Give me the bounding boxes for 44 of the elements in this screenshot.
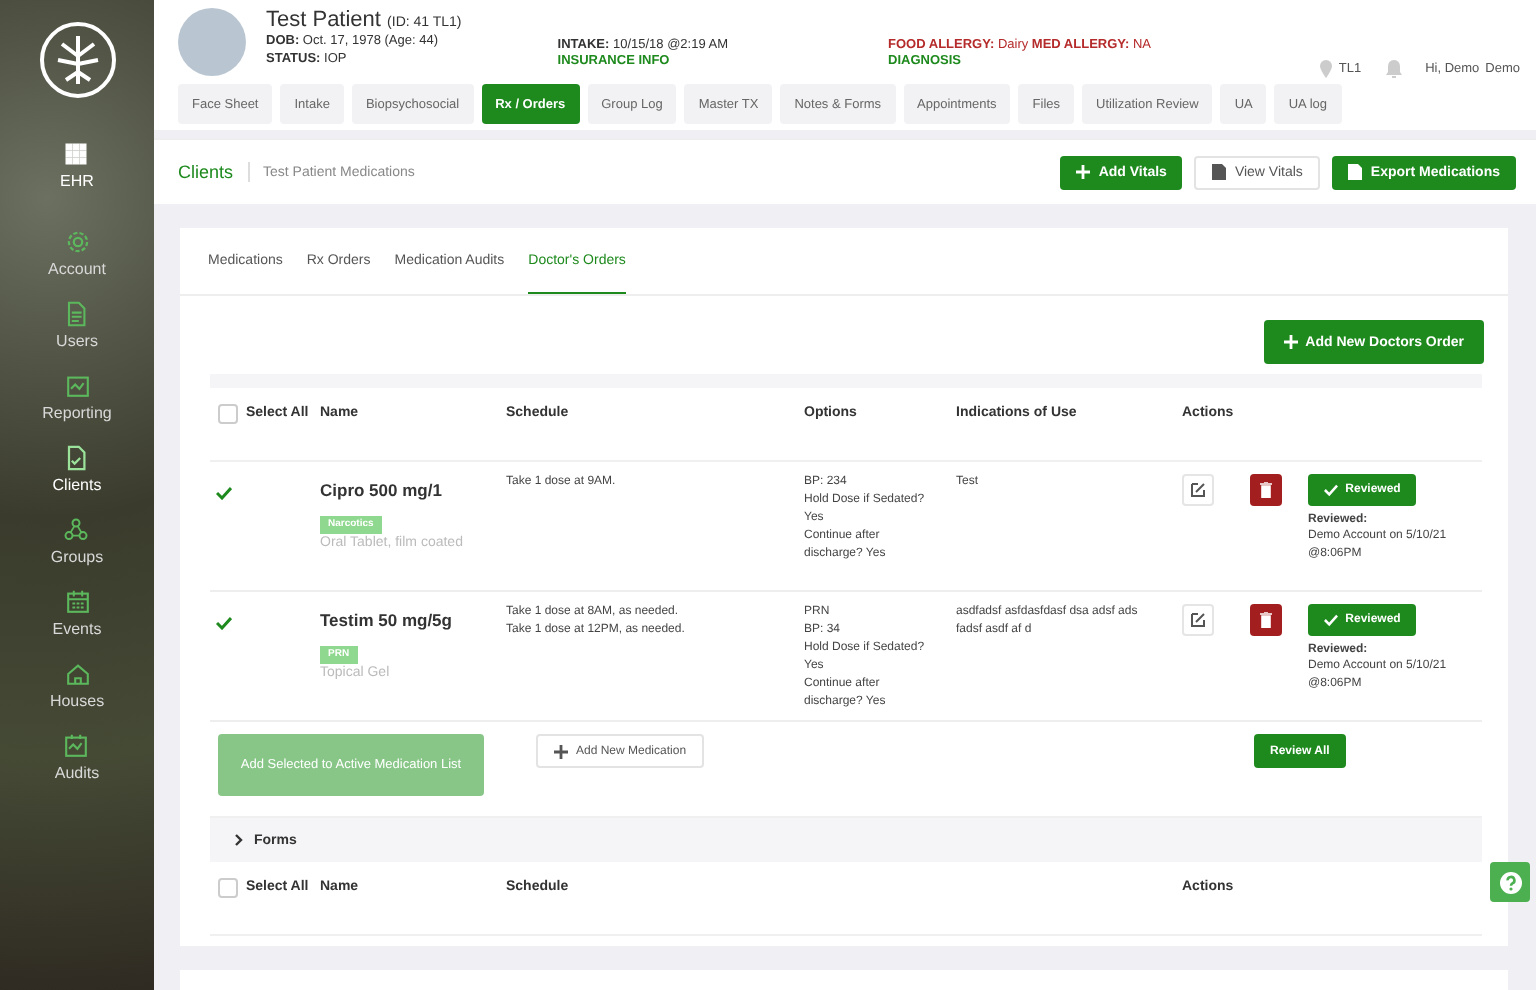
- plus-icon: [1283, 334, 1298, 350]
- people-icon: [62, 516, 91, 544]
- select-all-checkbox[interactable]: [218, 404, 238, 424]
- medication-name: Testim 50 mg/5g: [320, 610, 454, 630]
- location-pin-icon: [1320, 60, 1333, 78]
- help-icon: [1499, 871, 1521, 893]
- sidebar-item[interactable]: Clients: [52, 444, 102, 516]
- chart-icon: [63, 372, 91, 400]
- check-icon: [1323, 482, 1338, 498]
- patient-photo: [178, 8, 246, 76]
- document-icon: [1348, 164, 1363, 181]
- trash-icon: [1260, 482, 1272, 498]
- plus-icon: [1076, 164, 1091, 181]
- gear-icon: [63, 228, 91, 256]
- trash-icon: [1260, 612, 1272, 628]
- sidebar-item[interactable]: Account: [48, 228, 106, 300]
- chart-icon: [62, 732, 91, 760]
- delete-button[interactable]: [1250, 474, 1282, 506]
- help-button[interactable]: [1490, 862, 1530, 902]
- document-check-icon: [62, 444, 91, 472]
- edit-icon: [1190, 612, 1206, 628]
- grid-icon: [62, 140, 91, 168]
- sidebar-item[interactable]: Groups: [50, 516, 104, 588]
- house-icon: [63, 660, 91, 688]
- tree-logo: [37, 20, 117, 100]
- sidebar-item[interactable]: Audits: [54, 732, 100, 804]
- medication-name: Cipro 500 mg/1: [320, 480, 444, 500]
- select-all-checkbox[interactable]: [218, 878, 238, 898]
- plus-icon: [554, 743, 568, 759]
- sidebar-item[interactable]: Events: [52, 588, 102, 660]
- calendar-icon: [63, 588, 91, 616]
- delete-button[interactable]: [1250, 604, 1282, 636]
- edit-icon: [1190, 482, 1206, 498]
- sidebar-item[interactable]: Reporting: [42, 372, 112, 444]
- check-icon: [1323, 612, 1338, 628]
- edit-button[interactable]: [1182, 474, 1214, 506]
- document-icon: [1212, 164, 1227, 181]
- sidebar-item[interactable]: Users: [56, 300, 98, 372]
- chevron-icon: [234, 834, 244, 846]
- sidebar-item[interactable]: Houses: [49, 660, 105, 732]
- sidebar-item[interactable]: EHR: [60, 140, 94, 228]
- breadcrumb-link[interactable]: Clients: [178, 162, 250, 183]
- edit-button[interactable]: [1182, 604, 1214, 636]
- document-icon: [62, 300, 91, 328]
